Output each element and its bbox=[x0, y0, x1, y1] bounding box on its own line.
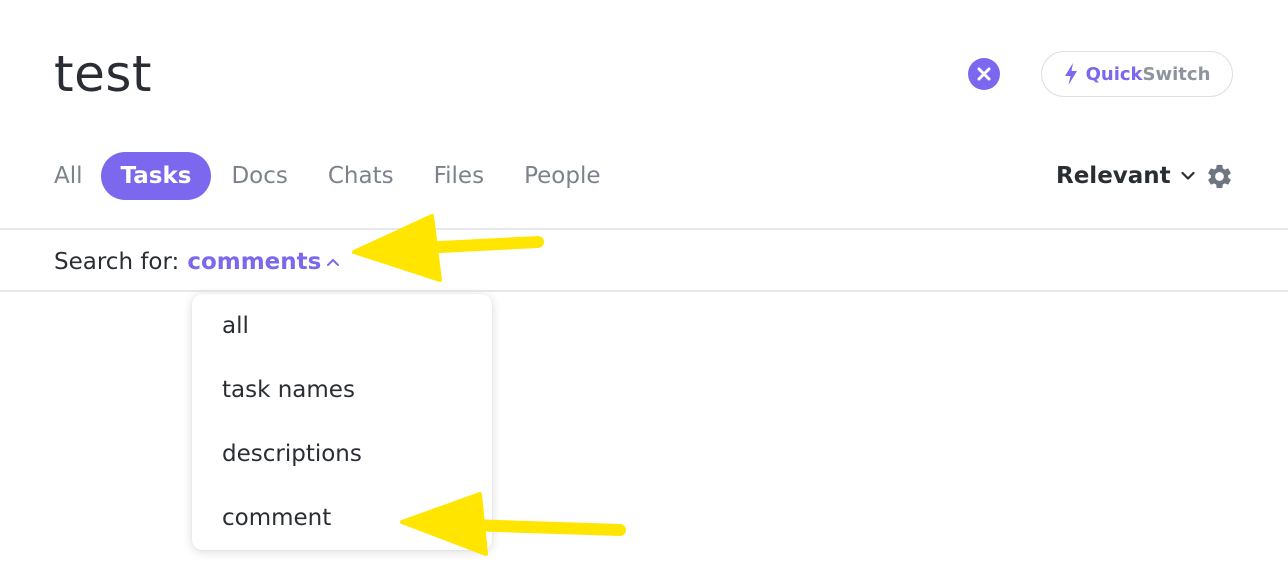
clear-search-button[interactable] bbox=[968, 58, 1000, 90]
tab-docs[interactable]: Docs bbox=[211, 152, 307, 200]
quickswitch-button[interactable]: QuickSwitch bbox=[1041, 51, 1233, 97]
menu-item-all[interactable]: all bbox=[192, 294, 492, 358]
tab-people[interactable]: People bbox=[504, 152, 620, 200]
search-for-dropdown[interactable]: comments bbox=[187, 249, 340, 275]
gear-icon[interactable] bbox=[1205, 162, 1234, 191]
search-for-value: comments bbox=[187, 249, 322, 275]
menu-item-descriptions[interactable]: descriptions bbox=[192, 422, 492, 486]
search-page: test QuickSwitch All Tasks Docs Chats Fi… bbox=[0, 0, 1288, 576]
search-for-divider bbox=[0, 290, 1288, 292]
sort-dropdown[interactable]: Relevant bbox=[1056, 160, 1195, 192]
search-tabs: All Tasks Docs Chats Files People bbox=[54, 152, 621, 200]
lightning-bolt-icon bbox=[1064, 63, 1077, 85]
quickswitch-label: QuickSwitch bbox=[1085, 63, 1211, 85]
menu-item-task-names[interactable]: task names bbox=[192, 358, 492, 422]
tab-all[interactable]: All bbox=[54, 152, 101, 200]
search-for-label: Search for: bbox=[54, 249, 180, 275]
tab-tasks[interactable]: Tasks bbox=[100, 152, 212, 200]
chevron-down-icon bbox=[1181, 171, 1195, 180]
search-query-text[interactable]: test bbox=[54, 44, 152, 104]
close-icon bbox=[977, 67, 991, 81]
search-for-row: Search for: comments bbox=[54, 246, 340, 278]
header-divider bbox=[0, 228, 1288, 230]
sort-label: Relevant bbox=[1056, 163, 1171, 189]
chevron-up-icon bbox=[327, 259, 340, 266]
tab-files[interactable]: Files bbox=[414, 152, 504, 200]
annotation-arrow-icon bbox=[400, 492, 626, 556]
tab-chats[interactable]: Chats bbox=[308, 152, 414, 200]
annotation-arrow-icon bbox=[352, 214, 544, 282]
